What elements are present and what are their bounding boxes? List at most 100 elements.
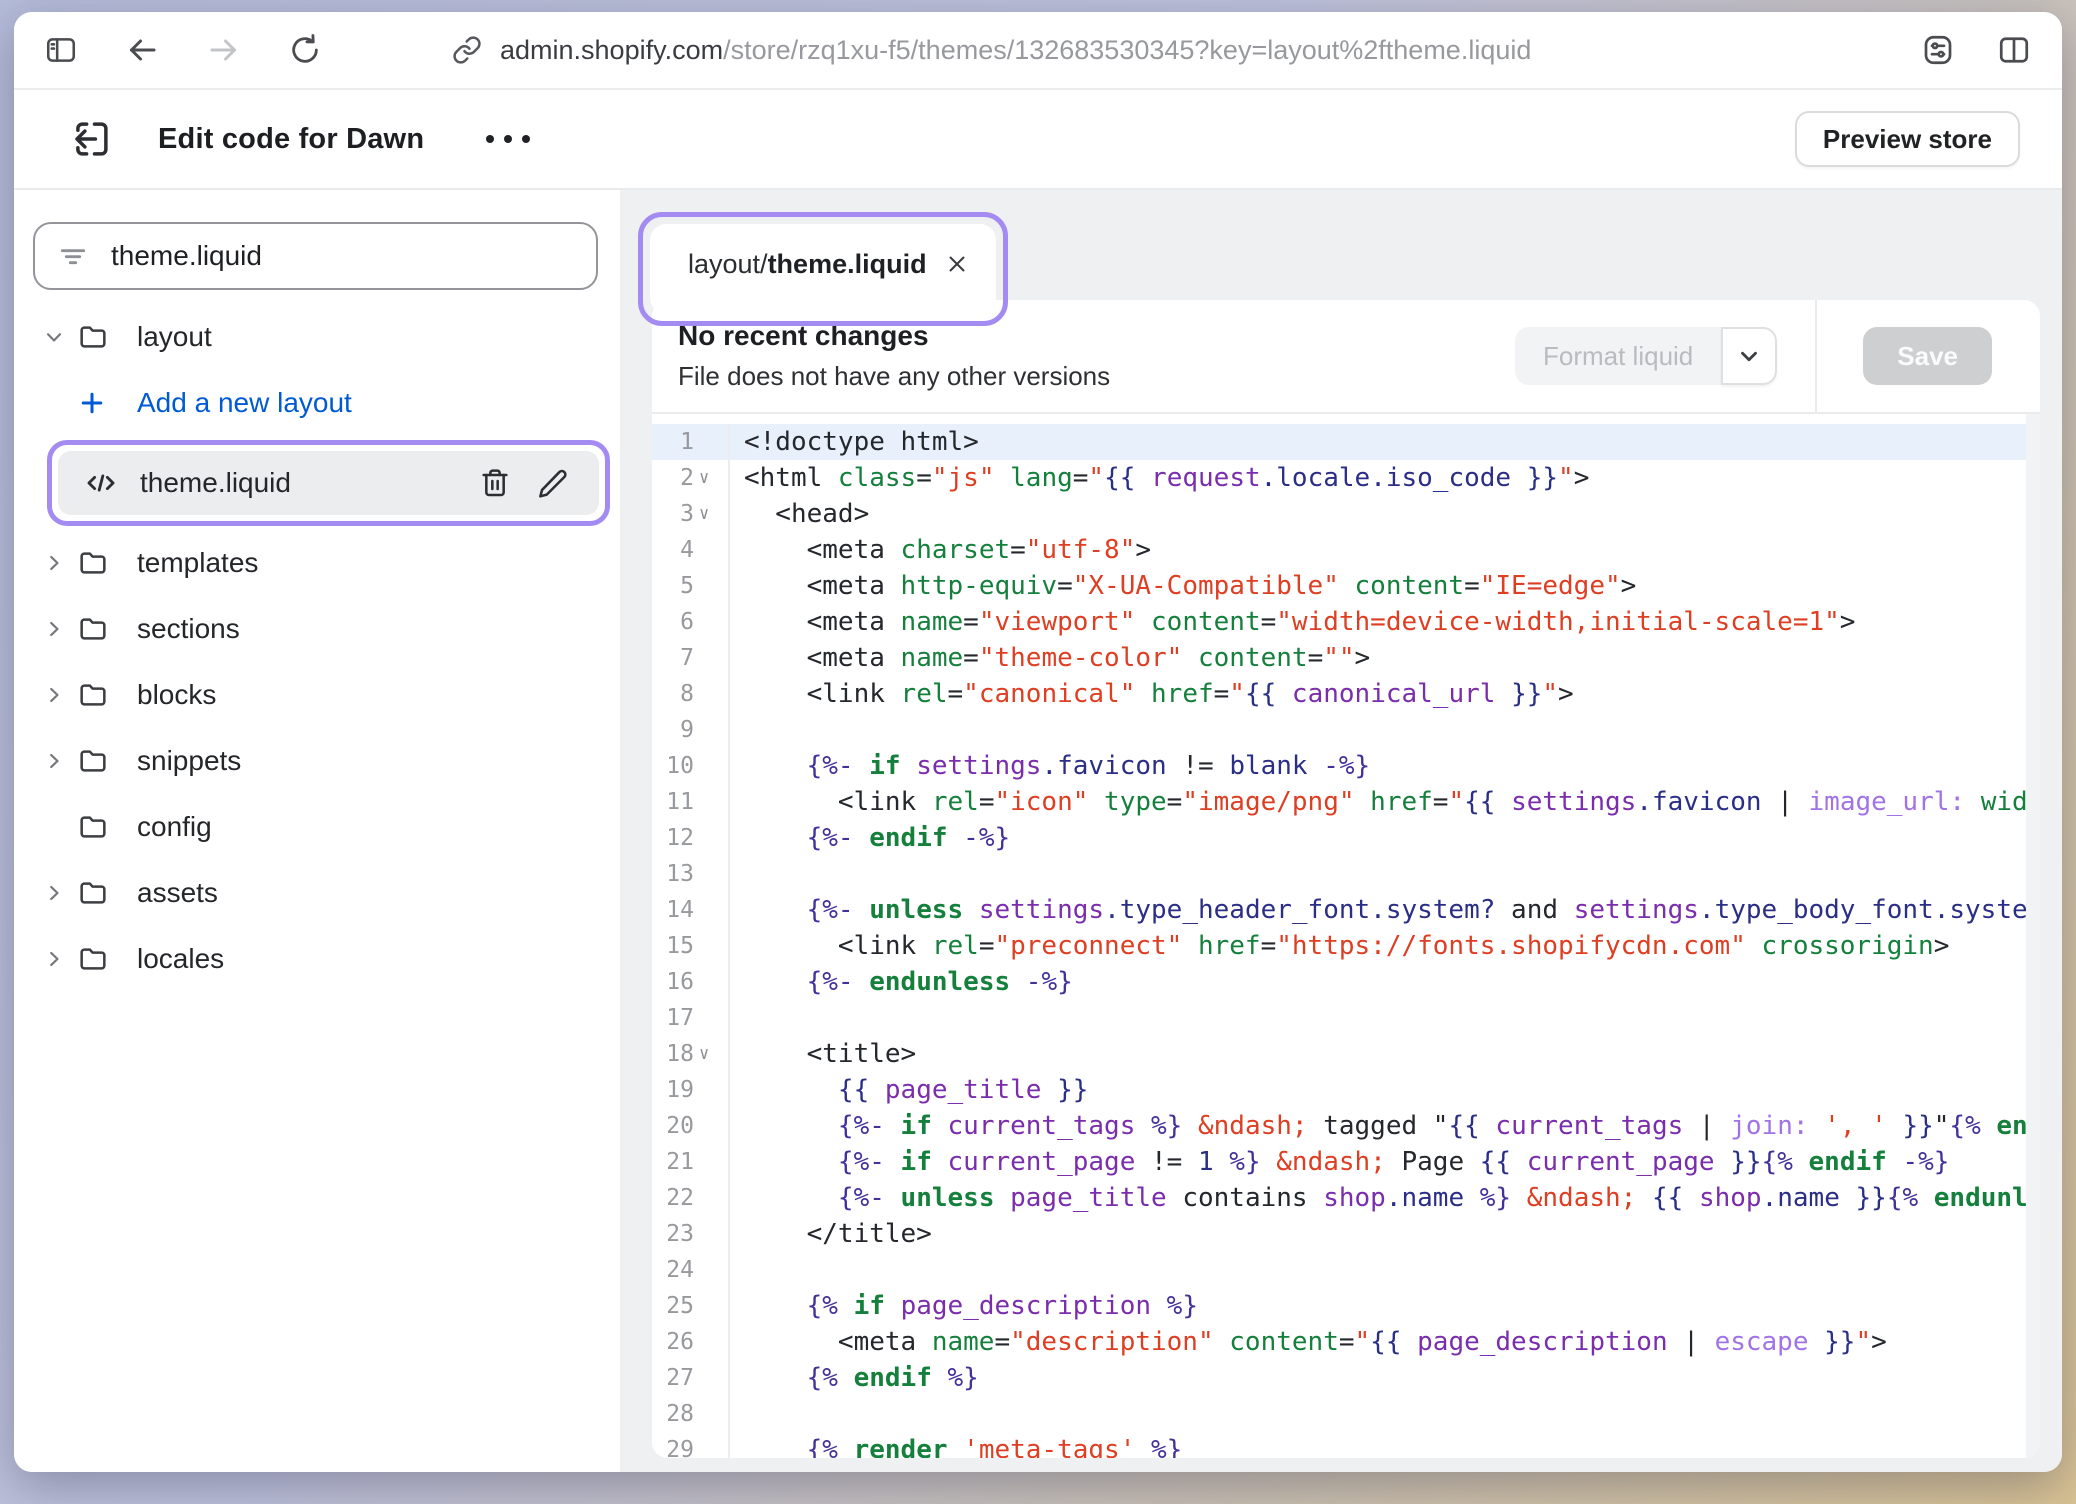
tree-folder-config[interactable]: config	[14, 794, 620, 860]
line-number-gutter: 20	[652, 1108, 730, 1144]
code-line: 15 <link rel="preconnect" href="https://…	[652, 928, 2040, 964]
tree-folder-locales[interactable]: locales	[14, 926, 620, 992]
app-header: Edit code for Dawn Preview store	[14, 90, 2062, 190]
tree-item-theme.liquid[interactable]: theme.liquid	[58, 451, 599, 515]
url-text: admin.shopify.com/store/rzq1xu-f5/themes…	[500, 35, 1531, 66]
format-liquid-split-button: Format liquid	[1515, 327, 1777, 385]
tab-theme-liquid[interactable]: layout/theme.liquid	[650, 224, 996, 314]
chevron-right-icon	[43, 948, 65, 970]
tree-folder-snippets[interactable]: snippets	[14, 728, 620, 794]
code-line: 8 <link rel="canonical" href="{{ canonic…	[652, 676, 2040, 712]
code-line: 18∨ <title>	[652, 1036, 2040, 1072]
selected-file-highlight-ring: theme.liquid	[47, 440, 610, 526]
tree-item-label: theme.liquid	[140, 467, 291, 499]
format-liquid-button[interactable]: Format liquid	[1515, 327, 1721, 385]
toolbar-divider	[1815, 300, 1817, 412]
reload-icon[interactable]	[288, 33, 322, 67]
line-number-gutter: 7	[652, 640, 730, 676]
line-number-gutter: 18∨	[652, 1036, 730, 1072]
chevron-right-icon	[43, 882, 65, 904]
close-icon[interactable]	[944, 251, 970, 277]
code-line: 3∨ <head>	[652, 496, 2040, 532]
plus-icon	[77, 388, 107, 418]
tab-label: layout/theme.liquid	[688, 249, 927, 280]
line-number-gutter: 8	[652, 676, 730, 712]
code-line: 1<!doctype html>	[652, 424, 2040, 460]
search-input[interactable]	[111, 240, 574, 272]
delete-file-button[interactable]	[473, 467, 517, 499]
code-line: 17	[652, 1000, 2040, 1036]
tree-folder-sections[interactable]: sections	[14, 596, 620, 662]
status-subtitle: File does not have any other versions	[678, 361, 1515, 392]
add-new-layout-button[interactable]: Add a new layout	[14, 370, 620, 436]
file-search[interactable]	[33, 222, 598, 290]
forward-icon[interactable]	[206, 32, 242, 68]
tree-folder-layout[interactable]: layout	[14, 304, 620, 370]
fold-toggle-icon[interactable]: ∨	[694, 468, 728, 488]
line-number-gutter: 11	[652, 784, 730, 820]
url-bar[interactable]: admin.shopify.com/store/rzq1xu-f5/themes…	[452, 35, 1900, 66]
folder-icon	[77, 943, 109, 975]
tree-item-label: assets	[137, 877, 218, 909]
tree-item-label: locales	[137, 943, 224, 975]
folder-icon	[77, 547, 109, 579]
code-line: 10 {%- if settings.favicon != blank -%}	[652, 748, 2040, 784]
code-line: 7 <meta name="theme-color" content="">	[652, 640, 2040, 676]
folder-icon	[77, 745, 109, 777]
url-host: admin.shopify.com	[500, 35, 723, 65]
code-line: 20 {%- if current_tags %} &ndash; tagged…	[652, 1108, 2040, 1144]
line-number-gutter: 29	[652, 1432, 730, 1458]
line-number-gutter: 16	[652, 964, 730, 1000]
tab-highlight-ring: layout/theme.liquid	[638, 212, 1008, 326]
fold-toggle-icon[interactable]: ∨	[694, 504, 728, 524]
chevron-right-icon	[43, 618, 65, 640]
format-options-button[interactable]	[1721, 327, 1777, 385]
code-line: 25 {% if page_description %}	[652, 1288, 2040, 1324]
tree-item-label: layout	[137, 321, 212, 353]
folder-icon	[77, 613, 109, 645]
fold-toggle-icon[interactable]: ∨	[694, 1044, 728, 1064]
overflow-menu-icon[interactable]	[478, 127, 538, 151]
tree-item-label: templates	[137, 547, 258, 579]
line-number-gutter: 13	[652, 856, 730, 892]
folder-icon	[77, 811, 109, 843]
code-line: 16 {%- endunless -%}	[652, 964, 2040, 1000]
url-path: /store/rzq1xu-f5/themes/132683530345?key…	[723, 35, 1531, 65]
exit-icon[interactable]	[70, 118, 112, 160]
rename-file-button[interactable]	[531, 467, 575, 499]
chevron-down-icon	[1736, 343, 1762, 369]
code-line: 4 <meta charset="utf-8">	[652, 532, 2040, 568]
code-line: 13	[652, 856, 2040, 892]
split-view-icon[interactable]	[1996, 32, 2032, 68]
tree-folder-templates[interactable]: templates	[14, 530, 620, 596]
code-line: 2∨<html class="js" lang="{{ request.loca…	[652, 460, 2040, 496]
code-line: 6 <meta name="viewport" content="width=d…	[652, 604, 2040, 640]
line-number-gutter: 28	[652, 1396, 730, 1432]
extensions-icon[interactable]	[1920, 32, 1956, 68]
line-number-gutter: 26	[652, 1324, 730, 1360]
line-number-gutter: 21	[652, 1144, 730, 1180]
code-line: 11 <link rel="icon" type="image/png" hre…	[652, 784, 2040, 820]
sidebar-toggle-icon[interactable]	[44, 33, 78, 67]
code-line: 14 {%- unless settings.type_header_font.…	[652, 892, 2040, 928]
code-line: 29 {% render 'meta-tags' %}	[652, 1432, 2040, 1458]
filter-icon	[57, 240, 89, 272]
preview-store-button[interactable]: Preview store	[1795, 111, 2020, 167]
line-number-gutter: 23	[652, 1216, 730, 1252]
line-number-gutter: 27	[652, 1360, 730, 1396]
file-tree: layout Add a new layout theme.liquid templa…	[14, 304, 620, 992]
browser-toolbar: admin.shopify.com/store/rzq1xu-f5/themes…	[14, 12, 2062, 90]
line-number-gutter: 5	[652, 568, 730, 604]
line-number-gutter: 22	[652, 1180, 730, 1216]
edit-icon	[537, 467, 569, 499]
tree-folder-assets[interactable]: assets	[14, 860, 620, 926]
line-number-gutter: 24	[652, 1252, 730, 1288]
tree-folder-blocks[interactable]: blocks	[14, 662, 620, 728]
code-line: 19 {{ page_title }}	[652, 1072, 2040, 1108]
browser-window: admin.shopify.com/store/rzq1xu-f5/themes…	[14, 12, 2062, 1472]
page-title: Edit code for Dawn	[158, 123, 424, 156]
editor-main: layout/theme.liquid No recent changes Fi…	[620, 190, 2062, 1472]
back-icon[interactable]	[124, 32, 160, 68]
code-editor[interactable]: 1<!doctype html>2∨<html class="js" lang=…	[652, 414, 2040, 1458]
save-button[interactable]: Save	[1863, 327, 1992, 385]
